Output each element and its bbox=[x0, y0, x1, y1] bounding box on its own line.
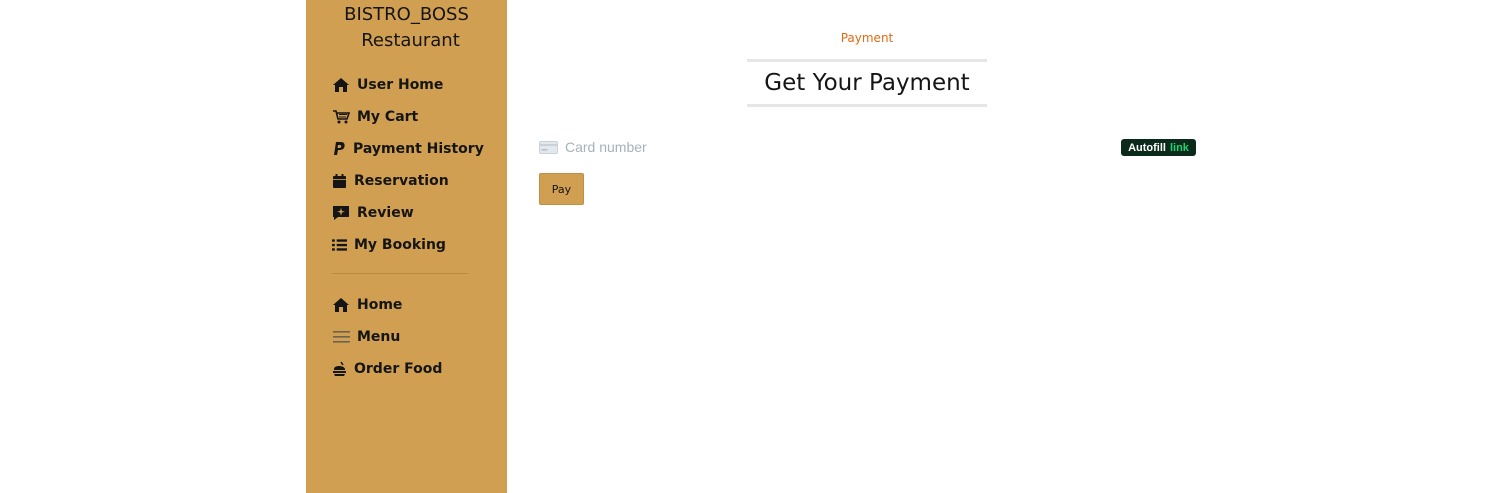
sidebar-item-label: User Home bbox=[357, 77, 444, 93]
sidebar-item-label: Home bbox=[357, 297, 403, 313]
food-icon bbox=[332, 360, 347, 378]
sidebar-item-user-home[interactable]: User Home bbox=[332, 74, 443, 96]
brand-subtitle: Restaurant bbox=[361, 30, 460, 51]
sidebar-item-review[interactable]: Review bbox=[332, 202, 414, 224]
sidebar-item-order-food[interactable]: Order Food bbox=[332, 358, 442, 380]
sidebar-divider bbox=[332, 273, 468, 274]
sidebar-item-label: Reservation bbox=[354, 173, 449, 189]
calendar-icon bbox=[332, 172, 347, 190]
sidebar-item-my-booking[interactable]: My Booking bbox=[332, 234, 446, 256]
card-number-row bbox=[539, 137, 1196, 157]
sidebar: BISTRO_BOSS Restaurant User Home My Cart… bbox=[306, 0, 507, 493]
home-icon bbox=[332, 296, 350, 314]
sidebar-item-label: Review bbox=[357, 205, 414, 221]
paypal-icon bbox=[332, 140, 346, 158]
link-label: link bbox=[1169, 141, 1189, 154]
autofill-link-button[interactable]: Autofill link bbox=[1121, 139, 1196, 156]
sidebar-item-my-cart[interactable]: My Cart bbox=[332, 106, 418, 128]
card-number-input[interactable] bbox=[565, 139, 1196, 155]
main-content: Payment Get Your Payment Autofill link P… bbox=[507, 0, 1485, 493]
sidebar-item-menu[interactable]: Menu bbox=[332, 326, 400, 348]
sidebar-item-payment-history[interactable]: Payment History bbox=[332, 138, 484, 160]
list-icon bbox=[332, 236, 347, 254]
sidebar-item-home[interactable]: Home bbox=[332, 294, 402, 316]
home-icon bbox=[332, 76, 350, 94]
cart-icon bbox=[332, 108, 350, 126]
sidebar-item-label: My Booking bbox=[354, 237, 446, 253]
brand-name: BISTRO_BOSS bbox=[344, 4, 469, 25]
sidebar-item-label: Menu bbox=[357, 329, 401, 345]
credit-card-icon bbox=[539, 140, 558, 154]
pay-button[interactable]: Pay bbox=[539, 173, 584, 205]
sidebar-item-reservation[interactable]: Reservation bbox=[332, 170, 449, 192]
autofill-label: Autofill bbox=[1128, 141, 1166, 154]
sidebar-item-label: Order Food bbox=[354, 361, 443, 377]
sidebar-item-label: Payment History bbox=[353, 141, 484, 157]
review-icon bbox=[332, 204, 350, 222]
brand-logo: BISTRO_BOSS Restaurant bbox=[306, 2, 507, 54]
page-subtitle: Payment bbox=[840, 31, 894, 45]
sidebar-item-label: My Cart bbox=[357, 109, 419, 125]
page-title: Get Your Payment bbox=[747, 59, 987, 107]
menu-icon bbox=[332, 328, 350, 346]
